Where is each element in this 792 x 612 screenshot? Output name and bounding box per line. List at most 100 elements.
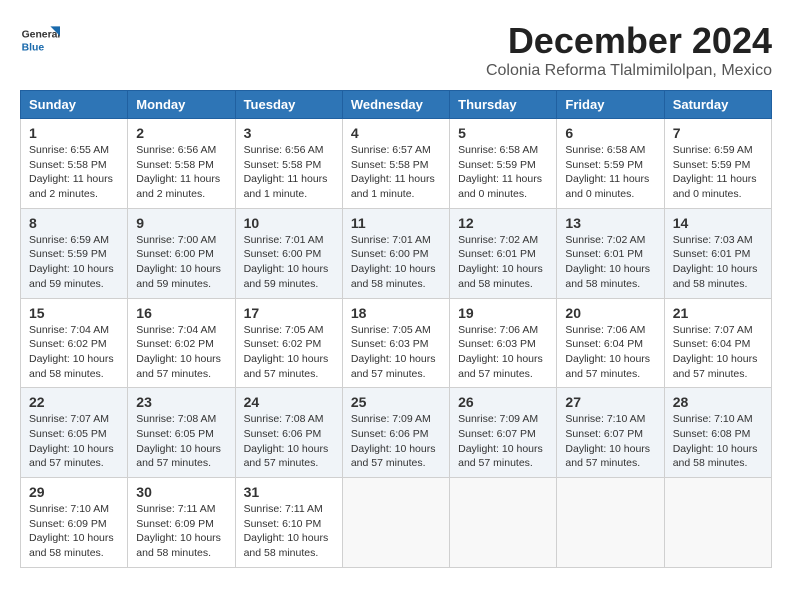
table-row: 5Sunrise: 6:58 AMSunset: 5:59 PMDaylight…: [450, 119, 557, 209]
day-number: 30: [136, 484, 226, 500]
svg-text:General: General: [22, 30, 60, 41]
day-info: Sunrise: 7:06 AM: [565, 323, 655, 338]
day-number: 23: [136, 394, 226, 410]
col-friday: Friday: [557, 91, 664, 119]
table-row: 19Sunrise: 7:06 AMSunset: 6:03 PMDayligh…: [450, 298, 557, 388]
day-info: Sunset: 6:02 PM: [136, 337, 226, 352]
table-row: 17Sunrise: 7:05 AMSunset: 6:02 PMDayligh…: [235, 298, 342, 388]
day-number: 21: [673, 305, 763, 321]
col-saturday: Saturday: [664, 91, 771, 119]
day-info: Sunrise: 7:09 AM: [351, 412, 441, 427]
day-info: Sunrise: 7:10 AM: [29, 502, 119, 517]
day-info: Sunset: 6:04 PM: [673, 337, 763, 352]
table-row: 9Sunrise: 7:00 AMSunset: 6:00 PMDaylight…: [128, 208, 235, 298]
day-info: Sunset: 6:01 PM: [673, 247, 763, 262]
title-area: December 2024 Colonia Reforma Tlalmimilo…: [486, 20, 772, 80]
logo-icon: General Blue: [20, 20, 60, 60]
table-row: [664, 478, 771, 568]
col-wednesday: Wednesday: [342, 91, 449, 119]
day-number: 17: [244, 305, 334, 321]
day-info: Daylight: 10 hours and 58 minutes.: [565, 262, 655, 291]
table-row: 18Sunrise: 7:05 AMSunset: 6:03 PMDayligh…: [342, 298, 449, 388]
day-info: Sunset: 6:06 PM: [244, 427, 334, 442]
table-row: 28 Sunrise: 7:10 AMSunset: 6:08 PMDayligh…: [664, 388, 771, 478]
calendar-week-row: 1Sunrise: 6:55 AMSunset: 5:58 PMDaylight…: [21, 119, 772, 209]
day-info: Sunset: 6:03 PM: [351, 337, 441, 352]
day-info: Sunset: 6:02 PM: [29, 337, 119, 352]
day-info: Daylight: 10 hours and 57 minutes.: [351, 352, 441, 381]
day-info: Sunrise: 7:10 AM: [565, 412, 655, 427]
calendar-week-row: 22Sunrise: 7:07 AMSunset: 6:05 PMDayligh…: [21, 388, 772, 478]
day-number: 14: [673, 215, 763, 231]
day-info: Daylight: 10 hours and 58 minutes.: [458, 262, 548, 291]
day-info: Sunrise: 7:01 AM: [244, 233, 334, 248]
table-row: 15Sunrise: 7:04 AMSunset: 6:02 PMDayligh…: [21, 298, 128, 388]
day-info: Sunset: 6:01 PM: [458, 247, 548, 262]
calendar-header-row: Sunday Monday Tuesday Wednesday Thursday…: [21, 91, 772, 119]
day-number: 9: [136, 215, 226, 231]
day-info: Sunset: 6:10 PM: [244, 517, 334, 532]
day-info: Sunrise: 7:10 AM: [673, 412, 763, 427]
day-info: Daylight: 10 hours and 58 minutes.: [244, 531, 334, 560]
col-monday: Monday: [128, 91, 235, 119]
table-row: 8Sunrise: 6:59 AMSunset: 5:59 PMDaylight…: [21, 208, 128, 298]
day-info: Sunrise: 7:03 AM: [673, 233, 763, 248]
day-info: Sunset: 6:05 PM: [136, 427, 226, 442]
day-info: Sunrise: 7:11 AM: [244, 502, 334, 517]
day-info: Sunset: 5:59 PM: [565, 158, 655, 173]
calendar-week-row: 15Sunrise: 7:04 AMSunset: 6:02 PMDayligh…: [21, 298, 772, 388]
table-row: 23Sunrise: 7:08 AMSunset: 6:05 PMDayligh…: [128, 388, 235, 478]
col-thursday: Thursday: [450, 91, 557, 119]
day-info: Sunrise: 7:02 AM: [458, 233, 548, 248]
day-info: Sunrise: 6:59 AM: [673, 143, 763, 158]
day-info: Daylight: 10 hours and 57 minutes.: [136, 442, 226, 471]
day-number: 28: [673, 394, 763, 410]
day-info: Sunset: 6:06 PM: [351, 427, 441, 442]
calendar-table: Sunday Monday Tuesday Wednesday Thursday…: [20, 90, 772, 568]
day-number: 15: [29, 305, 119, 321]
day-info: Daylight: 10 hours and 58 minutes.: [29, 531, 119, 560]
day-info: Daylight: 10 hours and 57 minutes.: [244, 352, 334, 381]
day-info: Daylight: 11 hours and 0 minutes.: [565, 172, 655, 201]
day-number: 10: [244, 215, 334, 231]
day-info: Sunrise: 7:01 AM: [351, 233, 441, 248]
col-tuesday: Tuesday: [235, 91, 342, 119]
subtitle: Colonia Reforma Tlalmimilolpan, Mexico: [486, 62, 772, 80]
day-number: 5: [458, 125, 548, 141]
day-info: Daylight: 10 hours and 57 minutes.: [565, 442, 655, 471]
day-info: Daylight: 10 hours and 57 minutes.: [458, 352, 548, 381]
day-info: Sunrise: 6:58 AM: [565, 143, 655, 158]
day-info: Daylight: 11 hours and 0 minutes.: [458, 172, 548, 201]
day-info: Daylight: 10 hours and 57 minutes.: [244, 442, 334, 471]
table-row: 25Sunrise: 7:09 AMSunset: 6:06 PMDayligh…: [342, 388, 449, 478]
day-number: 22: [29, 394, 119, 410]
table-row: 26Sunrise: 7:09 AMSunset: 6:07 PMDayligh…: [450, 388, 557, 478]
day-info: Sunrise: 7:11 AM: [136, 502, 226, 517]
day-info: Daylight: 10 hours and 58 minutes.: [351, 262, 441, 291]
day-info: Sunset: 6:03 PM: [458, 337, 548, 352]
day-info: Sunrise: 6:57 AM: [351, 143, 441, 158]
day-info: Daylight: 11 hours and 2 minutes.: [136, 172, 226, 201]
day-info: Sunset: 6:08 PM: [673, 427, 763, 442]
day-info: Sunset: 6:04 PM: [565, 337, 655, 352]
day-info: Daylight: 11 hours and 0 minutes.: [673, 172, 763, 201]
day-info: Sunrise: 7:05 AM: [244, 323, 334, 338]
table-row: 21Sunrise: 7:07 AMSunset: 6:04 PMDayligh…: [664, 298, 771, 388]
calendar-week-row: 8Sunrise: 6:59 AMSunset: 5:59 PMDaylight…: [21, 208, 772, 298]
day-info: Daylight: 10 hours and 58 minutes.: [673, 442, 763, 471]
day-info: Sunset: 6:00 PM: [351, 247, 441, 262]
day-info: Sunrise: 6:56 AM: [244, 143, 334, 158]
day-number: 24: [244, 394, 334, 410]
table-row: 11Sunrise: 7:01 AMSunset: 6:00 PMDayligh…: [342, 208, 449, 298]
month-title: December 2024: [486, 20, 772, 62]
day-info: Sunrise: 7:04 AM: [29, 323, 119, 338]
day-info: Sunset: 6:09 PM: [29, 517, 119, 532]
day-info: Daylight: 10 hours and 57 minutes.: [136, 352, 226, 381]
day-info: Sunset: 6:05 PM: [29, 427, 119, 442]
day-info: Sunrise: 6:55 AM: [29, 143, 119, 158]
day-info: Daylight: 10 hours and 57 minutes.: [458, 442, 548, 471]
table-row: 13Sunrise: 7:02 AMSunset: 6:01 PMDayligh…: [557, 208, 664, 298]
table-row: 2Sunrise: 6:56 AMSunset: 5:58 PMDaylight…: [128, 119, 235, 209]
table-row: 31Sunrise: 7:11 AMSunset: 6:10 PMDayligh…: [235, 478, 342, 568]
day-info: Sunset: 6:09 PM: [136, 517, 226, 532]
